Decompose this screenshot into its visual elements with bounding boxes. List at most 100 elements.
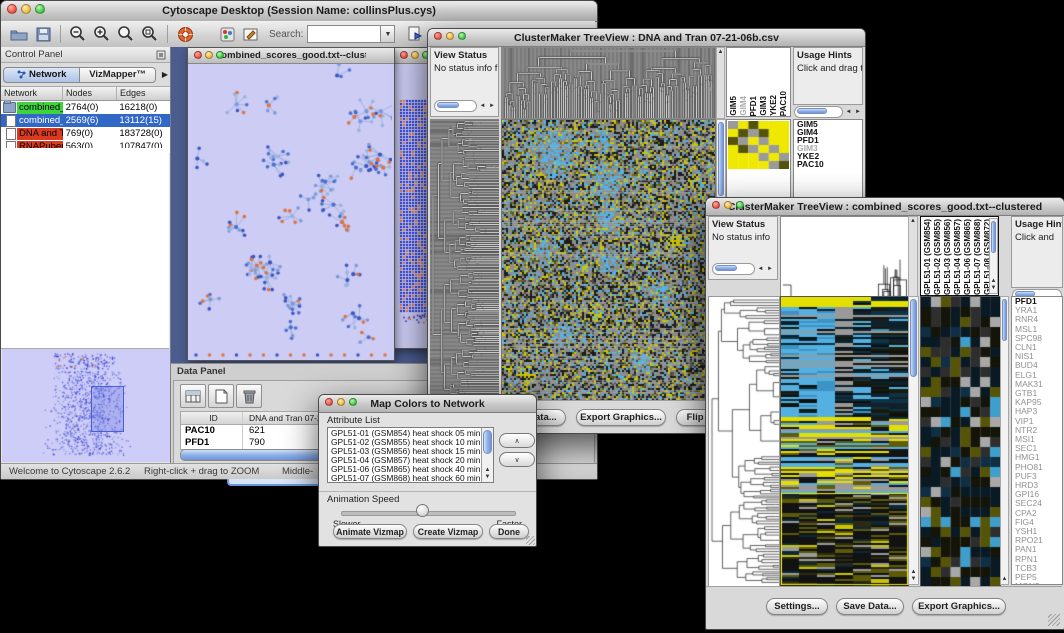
- close-button[interactable]: [712, 201, 720, 209]
- minimize-button[interactable]: [337, 398, 345, 406]
- inner-window1-titlebar[interactable]: combined_scores_good.txt--cluste...: [188, 48, 394, 64]
- main-titlebar[interactable]: Cytoscape Desktop (Session Name: collins…: [1, 1, 597, 22]
- tv1-column-dendrogram[interactable]: [501, 47, 716, 119]
- create-vizmap-button[interactable]: Create Vizmap: [413, 524, 483, 539]
- network-list-empty-area[interactable]: [1, 148, 169, 349]
- animation-speed-slider-thumb[interactable]: [416, 504, 429, 517]
- move-down-button[interactable]: ∨: [499, 452, 535, 467]
- treeview1-title: ClusterMaker TreeView : DNA and Tran 07-…: [514, 32, 779, 44]
- close-button[interactable]: [400, 51, 408, 59]
- scroll-arrow-icons[interactable]: ▲: [1001, 576, 1008, 583]
- scroll-arrow-icons[interactable]: ▲▼: [909, 569, 918, 583]
- attribute-list-vscrollbar[interactable]: ▲▼: [481, 428, 493, 482]
- zoom-button[interactable]: [35, 4, 45, 14]
- plugin-import-icon[interactable]: [404, 23, 426, 45]
- done-button[interactable]: Done: [489, 524, 529, 539]
- zoom-button[interactable]: [349, 398, 357, 406]
- tv2-row-dendrogram[interactable]: [708, 296, 780, 587]
- scroll-arrow-icons[interactable]: ◄ ►: [479, 103, 496, 109]
- minimize-button[interactable]: [21, 4, 31, 14]
- close-button[interactable]: [434, 32, 442, 40]
- tv2-status-hscrollbar[interactable]: ◄ ►: [712, 263, 774, 275]
- map-dialog-titlebar[interactable]: Map Colors to Network: [319, 395, 536, 413]
- annotation-icon[interactable]: [240, 23, 262, 45]
- column-label: GIM4: [739, 96, 749, 116]
- zoom-fit-icon[interactable]: [115, 23, 137, 45]
- new-attribute-icon[interactable]: [208, 384, 234, 408]
- network-table: combined_scores 2764(0) 16218(0) combine…: [1, 101, 170, 153]
- minimize-button[interactable]: [205, 51, 213, 59]
- window-controls[interactable]: [7, 4, 45, 14]
- network-overview-panel[interactable]: [2, 349, 170, 462]
- tv1-global-heatmap[interactable]: [501, 119, 716, 402]
- network-view-title: combined_scores_good.txt--cluste...: [216, 50, 366, 61]
- tab-overflow-arrow[interactable]: ▶: [162, 70, 168, 79]
- tv2-column-labels: GPL51-01 (GSM854)GPL51-02 (GSM855)GPL51-…: [920, 216, 999, 296]
- scroll-arrow-icons[interactable]: ▲▼: [990, 278, 997, 292]
- network-row[interactable]: combined_scores 2764(0) 16218(0): [1, 101, 170, 114]
- attribute-table-icon[interactable]: [180, 384, 206, 408]
- tv1-hints-hscrollbar[interactable]: ◄ ►: [794, 106, 862, 118]
- network-item-icon: [6, 128, 16, 140]
- help-lifesaver-icon[interactable]: [174, 23, 196, 45]
- tv2-collabels-vscrollbar[interactable]: ▲▼: [989, 218, 998, 294]
- tv2-column-dendrogram[interactable]: [780, 216, 909, 298]
- scroll-arrow-icons[interactable]: ◄ ►: [845, 109, 862, 115]
- minimize-button[interactable]: [724, 201, 732, 209]
- vizmap-icon[interactable]: [216, 23, 238, 45]
- network-row[interactable]: combined_sco 2569(6) 13112(15): [1, 114, 170, 127]
- treeview1-titlebar[interactable]: ClusterMaker TreeView : DNA and Tran 07-…: [428, 29, 865, 47]
- export-graphics-button[interactable]: Export Graphics...: [576, 409, 666, 426]
- close-button[interactable]: [325, 398, 333, 406]
- float-panel-icon[interactable]: [156, 50, 166, 60]
- network-table-header[interactable]: Network Nodes Edges: [1, 87, 170, 101]
- attribute-listbox[interactable]: GPL51-01 (GSM854) heat shock 05 minGPL51…: [327, 427, 494, 483]
- resize-grip[interactable]: [526, 536, 535, 545]
- tv2-view-status-panel: View Status No status info ◄ ►: [708, 216, 778, 280]
- move-up-button[interactable]: ∧: [499, 433, 535, 448]
- save-icon[interactable]: [32, 23, 54, 45]
- network-row[interactable]: DNA and Tran 07 769(0) 183728(0): [1, 127, 170, 140]
- scroll-arrow-icons[interactable]: ◄ ►: [757, 266, 774, 272]
- resize-grip[interactable]: [1048, 614, 1060, 626]
- tv1-usage-hints-title: Usage Hints: [797, 50, 862, 61]
- close-button[interactable]: [194, 51, 202, 59]
- settings-button[interactable]: Settings...: [766, 598, 828, 615]
- tab-network[interactable]: Network: [3, 67, 80, 83]
- minimize-button[interactable]: [446, 32, 454, 40]
- zoom-button[interactable]: [216, 51, 224, 59]
- status-zoom-hint: Right-click + drag to ZOOM: [144, 466, 259, 477]
- scroll-arrow-icons[interactable]: ▲▼: [482, 467, 493, 481]
- zoom-region-icon[interactable]: [139, 23, 161, 45]
- save-data-button[interactable]: Save Data...: [836, 598, 904, 615]
- tv2-zoom-vscrollbar[interactable]: ▲: [1000, 296, 1009, 585]
- tv1-row-dendrogram[interactable]: [430, 119, 499, 400]
- tv2-heatmap-vscrollbar[interactable]: ▲▼: [908, 296, 919, 585]
- export-graphics-button[interactable]: Export Graphics...: [912, 598, 1006, 615]
- overview-canvas[interactable]: [2, 349, 170, 462]
- search-dropdown-icon[interactable]: ▼: [381, 25, 395, 43]
- search-input[interactable]: [307, 25, 381, 43]
- close-button[interactable]: [7, 4, 17, 14]
- overview-viewport-rect[interactable]: [91, 386, 124, 432]
- minimize-button[interactable]: [411, 51, 419, 59]
- tv2-zoom-heatmap[interactable]: [920, 296, 1001, 587]
- zoom-in-icon[interactable]: [91, 23, 113, 45]
- open-icon[interactable]: [8, 23, 30, 45]
- zoom-out-icon[interactable]: [67, 23, 89, 45]
- tv2-column-scroll-strip[interactable]: ▲: [908, 216, 918, 298]
- delete-attribute-trash-icon[interactable]: [236, 384, 262, 408]
- tv2-global-heatmap[interactable]: [780, 296, 909, 587]
- network-canvas[interactable]: [188, 64, 392, 359]
- attribute-list-item[interactable]: GPL51-07 (GSM868) heat shock 60 min: [329, 474, 481, 483]
- zoom-button[interactable]: [458, 32, 466, 40]
- animate-vizmap-button[interactable]: Animate Vizmap: [333, 524, 407, 539]
- tv1-column-scroll-strip[interactable]: ▲: [716, 47, 725, 119]
- tv1-status-hscrollbar[interactable]: ◄ ►: [434, 100, 496, 112]
- scroll-arrow-icons[interactable]: ▲: [909, 218, 917, 225]
- scroll-arrow-icons[interactable]: ▲: [717, 49, 724, 56]
- tv1-zoom-matrix[interactable]: [728, 121, 789, 169]
- tab-vizmapper[interactable]: VizMapper™: [80, 67, 155, 83]
- treeview2-titlebar[interactable]: ClusterMaker TreeView : combined_scores_…: [706, 198, 1064, 216]
- zoom-button[interactable]: [736, 201, 744, 209]
